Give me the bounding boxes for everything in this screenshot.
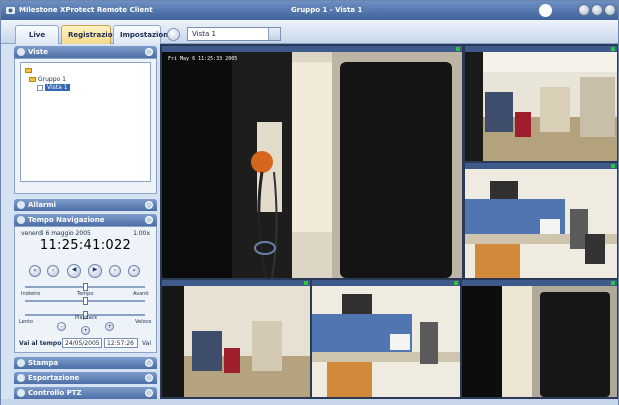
maximize-icon[interactable] <box>591 4 603 16</box>
app-title: Milestone XProtect Remote Client <box>19 6 153 14</box>
goto-label: Vai al tempo: <box>19 340 64 347</box>
play-reverse-icon[interactable]: ◀ <box>67 264 81 278</box>
tab-strip: Live Registrazioni Impostazioni <box>1 20 618 44</box>
expand-icon[interactable] <box>145 359 153 367</box>
folder-icon <box>29 77 36 82</box>
tree-root[interactable] <box>25 67 34 74</box>
print-icon <box>17 359 25 367</box>
close-icon[interactable] <box>604 4 616 16</box>
ptz-panel-title: Controllo PTZ <box>28 389 82 397</box>
tree-item-group[interactable]: Gruppo 1 <box>29 76 66 83</box>
camera-tile-3[interactable] <box>162 280 310 397</box>
viste-panel-header[interactable]: Viste <box>14 46 157 58</box>
veloce-label: Veloce <box>135 319 152 325</box>
skip-back-icon[interactable]: « <box>29 265 41 277</box>
view-back-button[interactable] <box>167 28 180 41</box>
stampa-panel-header[interactable]: Stampa <box>14 357 157 369</box>
time-slider-knob[interactable] <box>83 283 88 291</box>
normal-speed-icon[interactable]: • <box>81 326 90 335</box>
goto-date-field[interactable]: 24/05/2005 <box>62 338 102 348</box>
view-icon <box>37 84 43 91</box>
faster-icon[interactable]: + <box>105 322 114 331</box>
camera-image <box>162 286 310 397</box>
tab-registrazioni[interactable]: Registrazioni <box>61 25 120 44</box>
playback-label: Playback <box>75 315 98 321</box>
goto-time-field[interactable]: 12:57:26 <box>104 338 138 348</box>
view-select[interactable]: Vista 1 <box>187 27 281 41</box>
current-date: venerdì 6 maggio 2005 <box>21 230 91 237</box>
left-panel: Viste Gruppo 1 Vista 1 Allarmi Tempo Nav… <box>14 46 157 401</box>
tempo-panel: venerdì 6 maggio 2005 1.00x 11:25:41:022… <box>14 226 157 353</box>
camera-tile-1[interactable] <box>465 46 617 161</box>
skip-forward-icon[interactable]: » <box>128 265 140 277</box>
playback-speed: 1.00x <box>133 230 150 237</box>
camera-image <box>465 52 617 161</box>
step-back-icon[interactable]: ‹ <box>47 265 59 277</box>
indietro-label: Indietro <box>21 291 41 297</box>
collapse-icon[interactable] <box>145 216 153 224</box>
views-icon <box>17 48 25 56</box>
tree-group-label: Gruppo 1 <box>38 76 66 83</box>
avanti-label: Avanti <box>133 291 149 297</box>
camera-tile-2[interactable] <box>465 163 617 278</box>
title-bar: Milestone XProtect Remote Client Gruppo … <box>1 1 618 20</box>
camera-tile-4[interactable] <box>312 280 460 397</box>
camera-image <box>462 286 617 397</box>
live-indicator-icon <box>456 47 460 51</box>
expand-icon[interactable] <box>145 374 153 382</box>
view-select-value: Vista 1 <box>192 30 216 38</box>
goto-button[interactable]: Vai <box>142 340 151 347</box>
stampa-panel-title: Stampa <box>28 359 59 367</box>
minimize-icon[interactable] <box>578 4 590 16</box>
camera-timestamp: Fri May 6 11:25:33 2005 <box>168 56 238 62</box>
live-indicator-icon <box>611 164 615 168</box>
status-bar <box>1 399 618 405</box>
camera-image <box>162 52 462 278</box>
camera-image <box>312 286 460 397</box>
live-indicator-icon <box>611 47 615 51</box>
tempo-panel-title: Tempo Navigazione <box>28 216 105 224</box>
esportazione-panel-title: Esportazione <box>28 374 80 382</box>
camera-grid: Fri May 6 11:25:33 2005 <box>160 44 618 399</box>
expand-icon[interactable] <box>145 389 153 397</box>
export-icon <box>17 374 25 382</box>
current-time: 11:25:41:022 <box>39 238 132 253</box>
live-indicator-icon <box>304 281 308 285</box>
app-icon <box>6 7 15 14</box>
folder-icon <box>25 68 32 73</box>
allarmi-panel-header[interactable]: Allarmi <box>14 199 157 211</box>
viste-panel-title: Viste <box>28 48 48 56</box>
step-slider-knob[interactable] <box>83 297 88 305</box>
play-icon[interactable]: ▶ <box>88 264 102 278</box>
allarmi-panel-title: Allarmi <box>28 201 57 209</box>
ptz-panel-header[interactable]: Controllo PTZ <box>14 387 157 399</box>
collapse-icon[interactable] <box>145 48 153 56</box>
lento-label: Lento <box>19 319 33 325</box>
application-window: Milestone XProtect Remote Client Gruppo … <box>0 0 619 405</box>
view-title: Gruppo 1 - Vista 1 <box>291 6 363 14</box>
tab-impostazioni[interactable]: Impostazioni <box>113 25 171 44</box>
viste-panel: Gruppo 1 Vista 1 <box>14 58 157 194</box>
alarm-icon <box>17 201 25 209</box>
tab-live[interactable]: Live <box>15 25 59 44</box>
step-forward-icon[interactable]: › <box>109 265 121 277</box>
slower-icon[interactable]: - <box>57 322 66 331</box>
chevron-down-icon[interactable] <box>268 28 280 40</box>
live-indicator-icon <box>611 281 615 285</box>
clock-icon <box>17 216 25 224</box>
ptz-icon <box>17 389 25 397</box>
esportazione-panel-header[interactable]: Esportazione <box>14 372 157 384</box>
tree-view-label: Vista 1 <box>45 84 70 91</box>
camera-tile-5[interactable] <box>462 280 617 397</box>
camera-image <box>465 169 617 278</box>
view-tree: Gruppo 1 Vista 1 <box>20 62 151 182</box>
live-indicator-icon <box>454 281 458 285</box>
tempo-panel-header[interactable]: Tempo Navigazione <box>14 214 157 226</box>
expand-icon[interactable] <box>145 201 153 209</box>
camera-tile-main[interactable]: Fri May 6 11:25:33 2005 <box>162 46 462 278</box>
tree-item-view[interactable]: Vista 1 <box>37 84 70 91</box>
milestone-logo-icon <box>539 4 552 17</box>
